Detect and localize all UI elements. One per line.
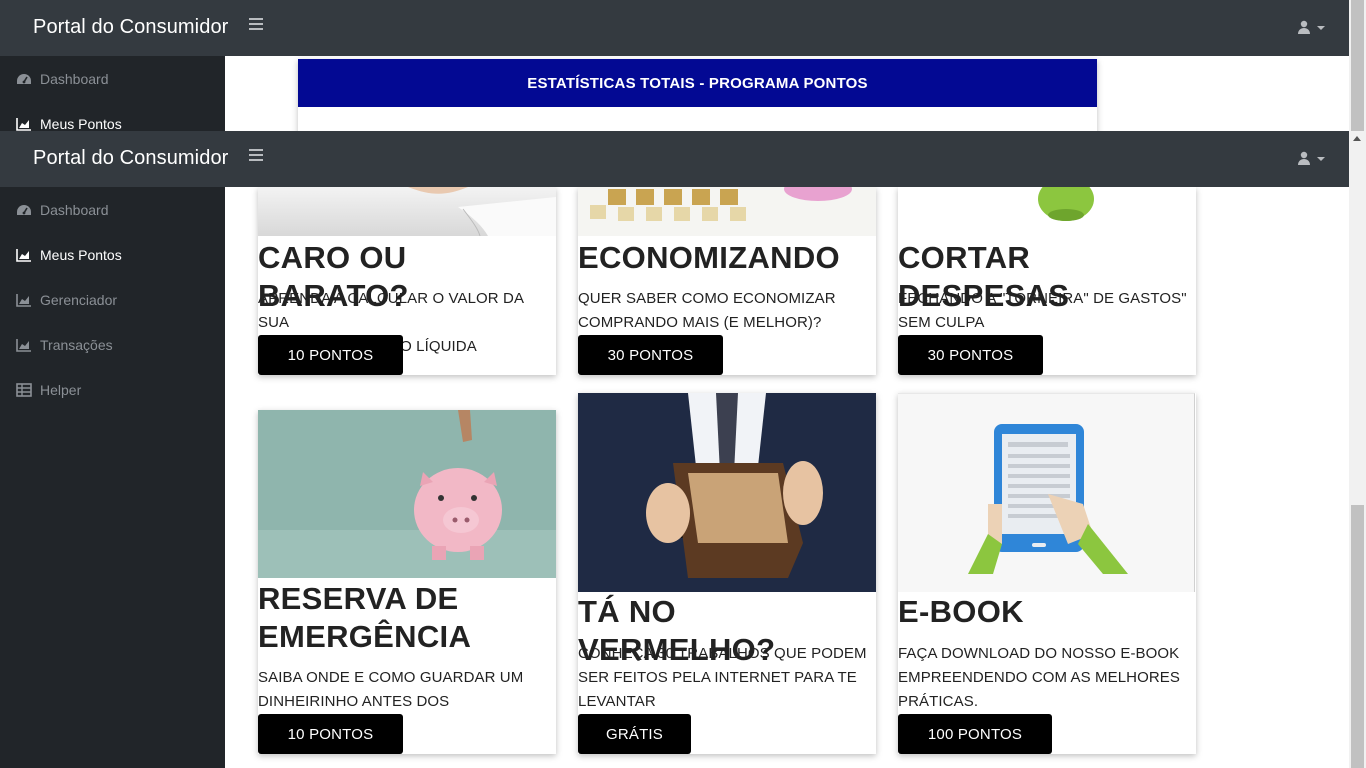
sidebar-item-dashboard[interactable]: Dashboard — [16, 69, 109, 89]
sidebar-item-meus-pontos[interactable]: Meus Pontos — [16, 245, 122, 265]
scroll-up-arrow-icon[interactable] — [1353, 136, 1361, 141]
card-description: FAÇA DOWNLOAD DO NOSSO E-BOOK EMPREENDEN… — [898, 642, 1180, 714]
card-description-line: PRÁTICAS. — [898, 693, 979, 710]
chart-area-icon — [16, 117, 32, 131]
points-button[interactable]: 100 PONTOS — [898, 714, 1052, 754]
card-image — [258, 410, 556, 578]
card-description: QUER SABER COMO ECONOMIZAR COMPRANDO MAI… — [578, 287, 836, 335]
stats-card: ESTATÍSTICAS TOTAIS - PROGRAMA PONTOS — [298, 59, 1097, 139]
sidebar-item-label: Meus Pontos — [40, 116, 122, 132]
course-card-ta-no-vermelho: TÁ NO VERMELHO? CONHEÇA 30 TRABALHOS QUE… — [578, 393, 876, 754]
sidebar-item-label: Gerenciador — [40, 292, 118, 308]
page-scrollbar[interactable] — [1349, 0, 1366, 768]
card-description-line: QUER SABER COMO ECONOMIZAR — [578, 290, 836, 307]
sidebar-item-label: Meus Pontos — [40, 247, 122, 263]
menu-toggle-icon[interactable] — [249, 149, 263, 163]
user-menu[interactable] — [1297, 20, 1327, 38]
brand-title[interactable]: Portal do Consumidor — [33, 16, 228, 39]
menu-toggle-icon[interactable] — [249, 18, 263, 32]
points-button[interactable]: 10 PONTOS — [258, 335, 403, 375]
sidebar-item-helper[interactable]: Helper — [16, 380, 81, 400]
chevron-down-icon — [1317, 26, 1325, 30]
card-description-line: APRENDA A CALCULAR O VALOR DA SUA — [258, 290, 524, 331]
stats-card-header: ESTATÍSTICAS TOTAIS - PROGRAMA PONTOS — [298, 59, 1097, 107]
chevron-down-icon — [1317, 157, 1325, 161]
points-button[interactable]: 30 PONTOS — [578, 335, 723, 375]
card-title: ECONOMIZANDO — [578, 240, 840, 275]
sidebar-item-dashboard[interactable]: Dashboard — [16, 200, 109, 220]
course-card-e-book: E-BOOK FAÇA DOWNLOAD DO NOSSO E-BOOK EMP… — [898, 393, 1196, 754]
user-icon — [1298, 151, 1310, 165]
points-button[interactable]: 10 PONTOS — [258, 714, 403, 754]
card-description: FECHANDO A "TORNEIRA" DE GASTOS" SEM CUL… — [898, 287, 1187, 335]
sidebar-item-label: Helper — [40, 382, 82, 398]
card-description: CONHEÇA 30 TRABALHOS QUE PODEM SER FEITO… — [578, 642, 867, 714]
top-navbar: Portal do Consumidor — [0, 131, 1349, 187]
card-description-line: SAIBA ONDE E COMO GUARDAR UM — [258, 669, 524, 686]
card-title-line: EMERGÊNCIA — [258, 619, 472, 654]
card-image — [258, 187, 556, 236]
card-description-line: CONHEÇA 30 TRABALHOS QUE PODEM — [578, 645, 867, 662]
course-card-caro-ou-barato: CARO OU BARATO? APRENDA A CALCULAR O VAL… — [258, 187, 556, 375]
course-card-economizando: ECONOMIZANDO QUER SABER COMO ECONOMIZAR … — [578, 187, 876, 375]
card-title: E-BOOK — [898, 594, 1024, 629]
card-description-line: EMPREENDENDO COM AS MELHORES — [898, 669, 1181, 686]
scrollbar-thumb[interactable] — [1351, 505, 1364, 768]
sidebar-item-transacoes[interactable]: Transações — [16, 335, 113, 355]
chart-area-icon — [16, 248, 32, 262]
user-menu[interactable] — [1297, 151, 1327, 169]
dashboard-icon — [16, 72, 32, 86]
card-image — [898, 393, 1195, 592]
brand-title[interactable]: Portal do Consumidor — [33, 147, 228, 170]
scrollbar-thumb[interactable] — [1351, 0, 1364, 131]
card-title: RESERVA DE EMERGÊNCIA — [258, 580, 471, 656]
points-button[interactable]: 30 PONTOS — [898, 335, 1043, 375]
course-card-cortar-despesas: CORTAR DESPESAS FECHANDO A "TORNEIRA" DE… — [898, 187, 1196, 375]
card-description-line: SEM CULPA — [898, 314, 985, 331]
sidebar: Dashboard Meus Pontos Gerenciador Transa… — [0, 187, 225, 768]
sidebar-duplicate: Dashboard Meus Pontos — [0, 56, 225, 132]
card-description-line: LEVANTAR — [578, 693, 656, 710]
card-image — [898, 187, 1196, 236]
sidebar-item-label: Transações — [40, 337, 113, 353]
dashboard-icon — [16, 203, 32, 217]
card-description-line: FAÇA DOWNLOAD DO NOSSO E-BOOK — [898, 645, 1180, 662]
card-image — [578, 393, 876, 592]
chart-area-icon — [16, 338, 32, 352]
sidebar-item-label: Dashboard — [40, 71, 109, 87]
card-title-line: RESERVA DE — [258, 581, 459, 616]
card-description-line: COMPRANDO MAIS (E MELHOR)? — [578, 314, 822, 331]
user-icon — [1298, 20, 1310, 34]
sidebar-item-gerenciador[interactable]: Gerenciador — [16, 290, 117, 310]
chart-area-icon — [16, 293, 32, 307]
sidebar-item-label: Dashboard — [40, 202, 109, 218]
card-image — [578, 187, 876, 236]
course-card-reserva-de-emergencia: RESERVA DE EMERGÊNCIA SAIBA ONDE E COMO … — [258, 410, 556, 754]
points-button[interactable]: GRÁTIS — [578, 714, 691, 754]
card-description-line: SER FEITOS PELA INTERNET PARA TE — [578, 669, 857, 686]
table-icon — [16, 383, 32, 397]
card-description-line: FECHANDO A "TORNEIRA" DE GASTOS" — [898, 290, 1187, 307]
top-navbar-duplicate: Portal do Consumidor — [0, 0, 1349, 56]
